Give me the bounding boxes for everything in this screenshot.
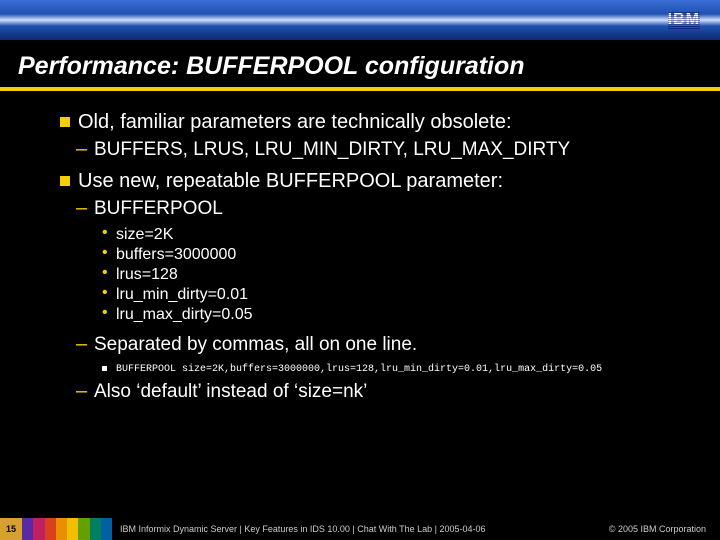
param-list: size=2K buffers=3000000 lrus=128 lru_min…: [60, 223, 720, 331]
strip-swatch: [56, 518, 67, 540]
strip-swatch: [78, 518, 89, 540]
bullet-obsolete: Old, familiar parameters are technically…: [60, 105, 720, 136]
color-strip: [22, 518, 112, 540]
page-number: 15: [0, 518, 22, 540]
example-code: BUFFERPOOL size=2K,buffers=3000000,lrus=…: [116, 364, 602, 375]
strip-swatch: [45, 518, 56, 540]
slide-title: Performance: BUFFERPOOL configuration: [0, 40, 720, 91]
param-item: size=2K: [60, 225, 720, 245]
bullet-default: Also ‘default’ instead of ‘size=nk’: [60, 378, 720, 406]
bullet-example: BUFFERPOOL size=2K,buffers=3000000,lrus=…: [60, 359, 720, 378]
param-item: lru_max_dirty=0.05: [60, 305, 720, 325]
strip-swatch: [22, 518, 33, 540]
bullet-obsolete-list: BUFFERS, LRUS, LRU_MIN_DIRTY, LRU_MAX_DI…: [60, 136, 720, 164]
footer-text: IBM Informix Dynamic Server | Key Featur…: [112, 524, 609, 534]
param-item: lrus=128: [60, 265, 720, 285]
param-item: lru_min_dirty=0.01: [60, 285, 720, 305]
slide-body: Old, familiar parameters are technically…: [0, 101, 720, 406]
strip-swatch: [101, 518, 112, 540]
bullet-one-line: Separated by commas, all on one line.: [60, 331, 720, 359]
bullet-new-param: Use new, repeatable BUFFERPOOL parameter…: [60, 164, 720, 195]
slide-header: IBM: [0, 0, 720, 40]
slide-footer: 15 IBM Informix Dynamic Server | Key Fea…: [0, 518, 720, 540]
strip-swatch: [33, 518, 44, 540]
ibm-logo: IBM: [668, 11, 700, 29]
bullet-bufferpool: BUFFERPOOL: [60, 195, 720, 223]
strip-swatch: [90, 518, 101, 540]
param-item: buffers=3000000: [60, 245, 720, 265]
copyright: © 2005 IBM Corporation: [609, 524, 720, 534]
strip-swatch: [67, 518, 78, 540]
